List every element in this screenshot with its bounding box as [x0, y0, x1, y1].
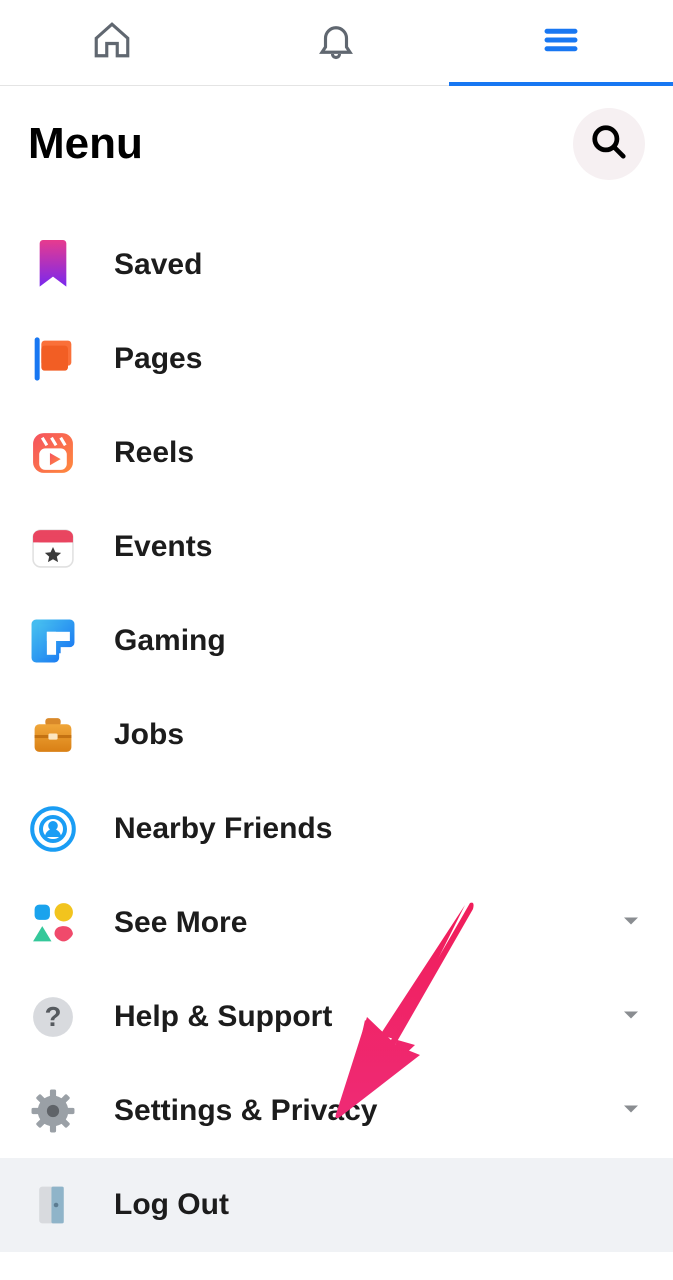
page-title: Menu [28, 119, 143, 169]
menu-item-log-out[interactable]: Log Out [0, 1158, 673, 1252]
menu-item-label: Events [114, 530, 645, 564]
events-icon [28, 522, 78, 572]
menu-item-label: Saved [114, 248, 645, 282]
menu-item-help-support[interactable]: ? Help & Support [0, 970, 673, 1064]
menu-list: Saved Pages [0, 190, 673, 1252]
menu-item-saved[interactable]: Saved [0, 218, 673, 312]
menu-item-settings-privacy[interactable]: Settings & Privacy [0, 1064, 673, 1158]
home-icon [91, 19, 133, 66]
menu-item-label: Reels [114, 436, 645, 470]
menu-item-label: See More [114, 906, 617, 940]
nav-notifications[interactable] [224, 0, 448, 85]
bell-icon [315, 19, 357, 66]
menu-item-gaming[interactable]: Gaming [0, 594, 673, 688]
menu-header: Menu [0, 86, 673, 190]
svg-text:?: ? [45, 1001, 62, 1032]
chevron-down-icon [617, 907, 645, 940]
chevron-down-icon [617, 1001, 645, 1034]
menu-item-label: Jobs [114, 718, 645, 752]
hamburger-icon [540, 19, 582, 66]
menu-item-label: Pages [114, 342, 645, 376]
logout-icon [28, 1180, 78, 1230]
menu-item-label: Settings & Privacy [114, 1094, 617, 1128]
menu-item-pages[interactable]: Pages [0, 312, 673, 406]
menu-item-label: Help & Support [114, 1000, 617, 1034]
search-icon [590, 123, 628, 166]
gear-icon [28, 1086, 78, 1136]
see-more-icon [28, 898, 78, 948]
search-button[interactable] [573, 108, 645, 180]
menu-item-label: Nearby Friends [114, 812, 645, 846]
help-icon: ? [28, 992, 78, 1042]
menu-item-nearby-friends[interactable]: Nearby Friends [0, 782, 673, 876]
menu-item-see-more[interactable]: See More [0, 876, 673, 970]
top-nav [0, 0, 673, 86]
menu-item-events[interactable]: Events [0, 500, 673, 594]
menu-item-reels[interactable]: Reels [0, 406, 673, 500]
menu-item-label: Gaming [114, 624, 645, 658]
chevron-down-icon [617, 1095, 645, 1128]
saved-icon [28, 240, 78, 290]
nav-home[interactable] [0, 0, 224, 85]
nav-menu[interactable] [449, 0, 673, 85]
nearby-friends-icon [28, 804, 78, 854]
pages-icon [28, 334, 78, 384]
gaming-icon [28, 616, 78, 666]
jobs-icon [28, 710, 78, 760]
menu-item-jobs[interactable]: Jobs [0, 688, 673, 782]
menu-item-label: Log Out [114, 1188, 645, 1222]
reels-icon [28, 428, 78, 478]
